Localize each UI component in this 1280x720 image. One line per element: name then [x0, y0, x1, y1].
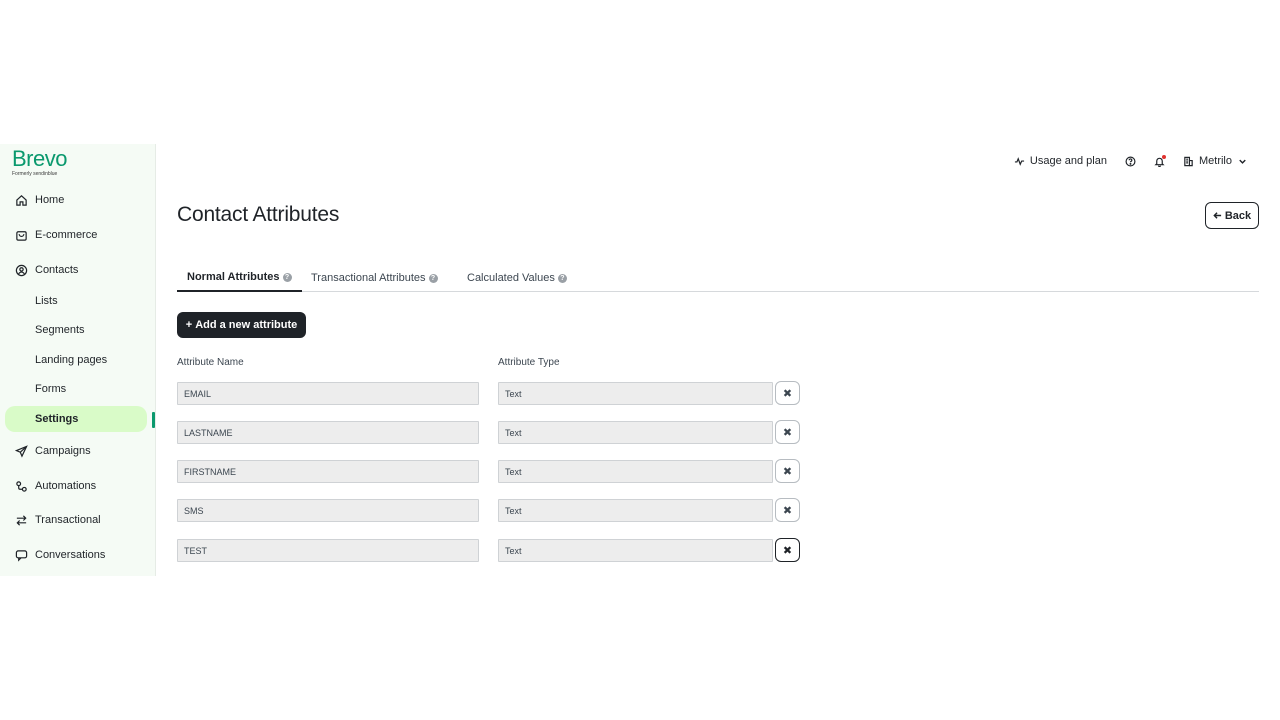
sidebar-item-label: Transactional [35, 514, 101, 526]
tab-calculated-values[interactable]: Calculated Values ? [467, 264, 567, 292]
close-icon: ✖ [782, 465, 793, 478]
delete-attribute-button[interactable]: ✖ [775, 381, 800, 405]
send-icon [14, 444, 28, 458]
tab-transactional-attributes[interactable]: Transactional Attributes ? [311, 264, 438, 292]
attribute-name-field[interactable]: TEST [177, 539, 479, 562]
tab-label: Transactional Attributes [311, 272, 426, 284]
sidebar-item-label: Automations [35, 480, 97, 492]
brand-tagline: Formerly sendinblue [12, 171, 58, 177]
chat-icon [14, 548, 28, 562]
help-icon[interactable]: ? [282, 272, 292, 282]
sidebar-item-automations[interactable]: Automations [14, 476, 96, 496]
page-title: Contact Attributes [177, 203, 340, 226]
sidebar-item-settings[interactable]: Settings [5, 406, 147, 432]
chevron-down-icon [1239, 159, 1246, 164]
usage-and-plan-button[interactable]: Usage and plan [1014, 155, 1107, 167]
tab-normal-attributes[interactable]: Normal Attributes ? [177, 264, 302, 292]
sidebar-item-transactional[interactable]: Transactional [14, 510, 101, 530]
sidebar-item-campaigns[interactable]: Campaigns [14, 441, 91, 461]
sidebar-item-contacts[interactable]: Contacts [14, 260, 78, 280]
transfer-icon [14, 513, 28, 527]
delete-attribute-button[interactable]: ✖ [775, 459, 800, 483]
attribute-name-field[interactable]: FIRSTNAME [177, 460, 479, 483]
close-icon: ✖ [782, 504, 793, 517]
attribute-name-header: Attribute Name [177, 357, 244, 368]
attribute-type-field[interactable]: Text [498, 499, 773, 522]
delete-attribute-button[interactable]: ✖ [775, 420, 800, 444]
sidebar-item-landing-pages[interactable]: Landing pages [35, 351, 107, 369]
automation-icon [14, 479, 28, 493]
notification-dot [1161, 154, 1166, 159]
attribute-type-field[interactable]: Text [498, 421, 773, 444]
back-label: Back [1224, 209, 1252, 222]
notifications-button[interactable] [1154, 154, 1166, 167]
attribute-name-field[interactable]: LASTNAME [177, 421, 479, 444]
active-indicator [152, 412, 155, 428]
brand-name: Brevo [12, 146, 67, 171]
sidebar-item-home[interactable]: Home [14, 190, 64, 210]
delete-attribute-button[interactable]: ✖ [775, 498, 800, 522]
sidebar-item-conversations[interactable]: Conversations [14, 545, 105, 565]
building-icon [1184, 156, 1193, 166]
attribute-type-field[interactable]: Text [498, 460, 773, 483]
delete-attribute-button[interactable]: ✖ [775, 538, 800, 562]
add-attribute-label: Add a new attribute [195, 319, 298, 331]
account-name: Metrilo [1198, 155, 1232, 167]
activity-icon [1014, 156, 1025, 166]
attribute-tabs: Normal Attributes ? Transactional Attrib… [177, 264, 1259, 292]
help-button[interactable] [1125, 156, 1136, 167]
plus-icon: + [185, 319, 193, 331]
sidebar-item-ecommerce[interactable]: E-commerce [14, 225, 97, 245]
account-menu[interactable]: Metrilo [1183, 155, 1248, 167]
top-bar: Usage and plan Metrilo [1014, 152, 1248, 170]
attribute-type-field[interactable]: Text [498, 539, 773, 562]
attribute-type-header: Attribute Type [498, 357, 560, 368]
usage-and-plan-label: Usage and plan [1029, 155, 1107, 167]
attribute-name-field[interactable]: EMAIL [177, 382, 479, 405]
home-icon [14, 193, 28, 207]
help-icon [1125, 156, 1136, 166]
sidebar-item-label: Campaigns [35, 445, 91, 457]
contacts-icon [14, 263, 28, 277]
attribute-name-field[interactable]: SMS [177, 499, 479, 522]
attribute-type-field[interactable]: Text [498, 382, 773, 405]
app-window: Brevo Formerly sendinblue Home E-commerc… [0, 144, 1280, 576]
sidebar-item-forms[interactable]: Forms [35, 380, 66, 398]
sidebar-item-label: E-commerce [35, 229, 98, 241]
close-icon: ✖ [782, 426, 793, 439]
add-attribute-button[interactable]: + Add a new attribute [177, 312, 306, 338]
close-icon: ✖ [782, 544, 793, 557]
close-icon: ✖ [782, 387, 793, 400]
sidebar-item-segments[interactable]: Segments [35, 321, 85, 339]
arrow-left-icon [1213, 212, 1221, 219]
back-button[interactable]: Back [1205, 202, 1259, 229]
help-icon[interactable]: ? [428, 273, 438, 283]
sidebar-item-lists[interactable]: Lists [35, 292, 58, 310]
tab-label: Calculated Values [467, 272, 555, 284]
sidebar: Brevo Formerly sendinblue Home E-commerc… [0, 144, 156, 576]
sidebar-item-label: Contacts [35, 264, 79, 276]
brand-logo[interactable]: Brevo Formerly sendinblue [12, 146, 67, 178]
sidebar-item-label: Home [35, 194, 65, 206]
help-icon[interactable]: ? [557, 273, 567, 283]
sidebar-item-label: Conversations [35, 549, 106, 561]
tab-label: Normal Attributes [187, 271, 280, 283]
shopping-bag-icon [14, 228, 28, 242]
